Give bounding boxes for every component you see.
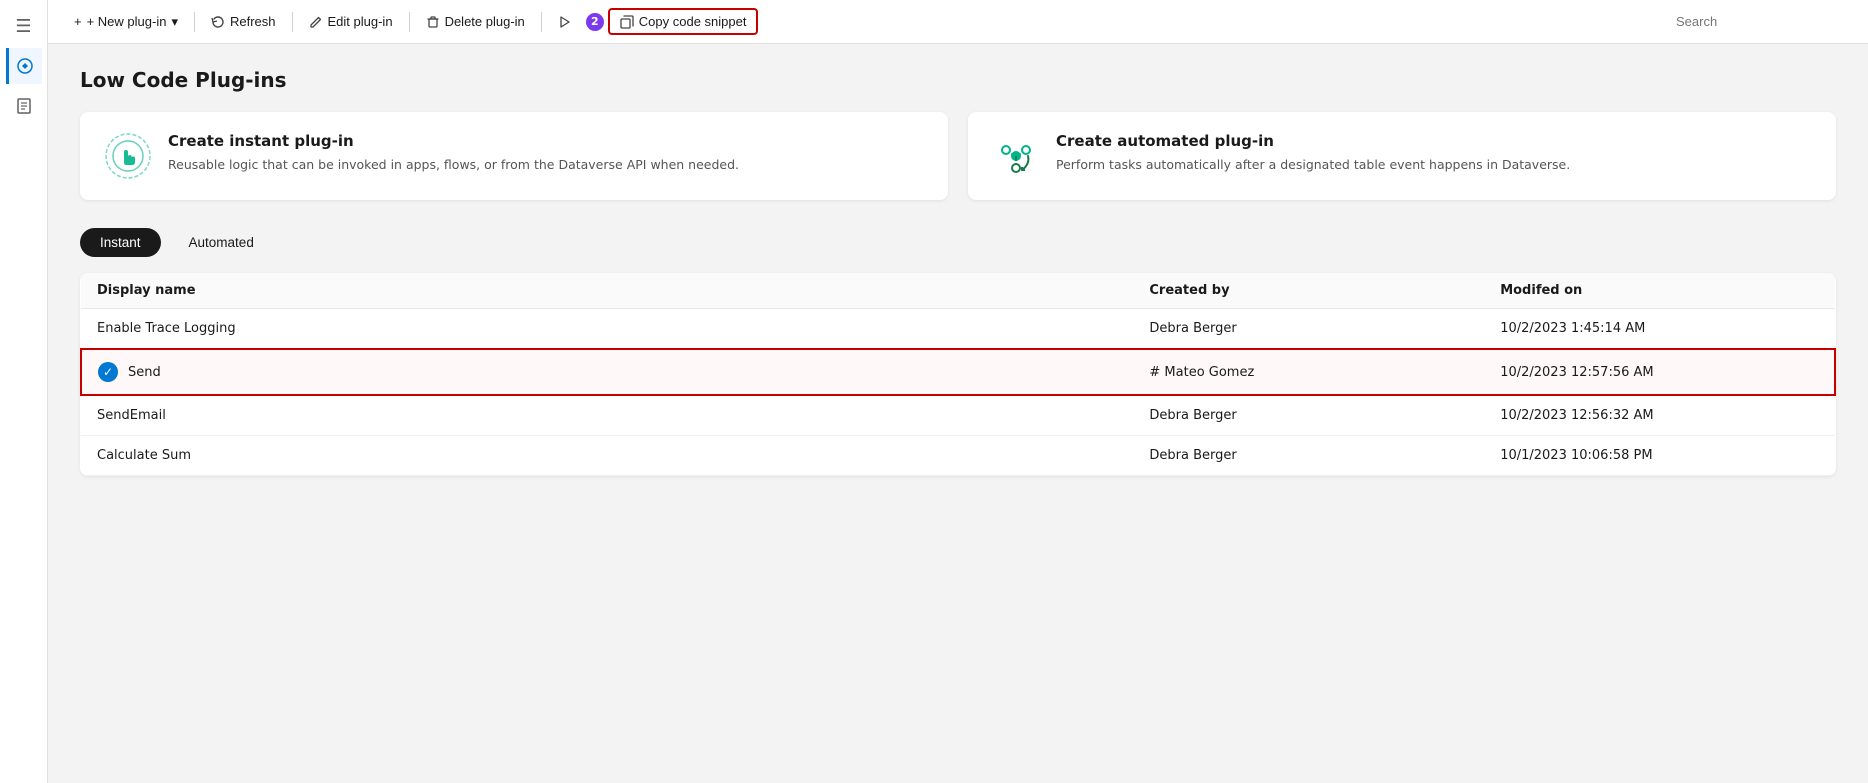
new-plugin-icon: + xyxy=(74,14,82,29)
separator-1 xyxy=(194,12,195,32)
row-4-modified-on: 10/1/2023 10:06:58 PM xyxy=(1484,436,1835,476)
toolbar: + + New plug-in ▾ Refresh Edit plug-in xyxy=(48,0,1868,44)
plugin-icon xyxy=(15,56,35,76)
refresh-icon xyxy=(211,15,225,29)
run-icon xyxy=(558,15,572,29)
row-2-modified-on: 10/2/2023 12:57:56 AM xyxy=(1484,349,1835,395)
copy-snippet-button[interactable]: Copy code snippet xyxy=(608,8,759,35)
instant-card[interactable]: Create instant plug-in Reusable logic th… xyxy=(80,112,948,200)
automated-card-desc: Perform tasks automatically after a desi… xyxy=(1056,156,1570,174)
main-content: + + New plug-in ▾ Refresh Edit plug-in xyxy=(48,0,1868,783)
sidebar-nav-2[interactable] xyxy=(6,88,42,124)
row-2-created-by: # Mateo Gomez xyxy=(1133,349,1484,395)
plugins-table: Display name Created by Modifed on Enabl… xyxy=(80,273,1836,476)
row-4-created-by: Debra Berger xyxy=(1133,436,1484,476)
new-plugin-button[interactable]: + + New plug-in ▾ xyxy=(64,9,188,35)
sidebar: ☰ xyxy=(0,0,48,783)
refresh-button[interactable]: Refresh xyxy=(201,9,286,34)
edit-icon xyxy=(309,15,323,29)
row-3-modified-on: 10/2/2023 12:56:32 AM xyxy=(1484,395,1835,436)
row-check-icon: ✓ xyxy=(98,362,118,382)
automated-card-text: Create automated plug-in Perform tasks a… xyxy=(1056,132,1570,174)
table-header: Display name Created by Modifed on xyxy=(81,273,1835,309)
edit-plugin-button[interactable]: Edit plug-in xyxy=(299,9,403,34)
col-header-display-name: Display name xyxy=(81,273,1133,309)
delete-icon xyxy=(426,15,440,29)
page-title: Low Code Plug-ins xyxy=(80,68,1836,92)
page-body: Low Code Plug-ins Create instant plug-in xyxy=(48,44,1868,783)
row-1-display-name: Enable Trace Logging xyxy=(81,309,1133,350)
run-button[interactable] xyxy=(548,10,582,34)
row-3-created-by: Debra Berger xyxy=(1133,395,1484,436)
menu-button[interactable]: ☰ xyxy=(6,8,42,44)
col-header-created-by: Created by xyxy=(1133,273,1484,309)
separator-4 xyxy=(541,12,542,32)
automated-card-title: Create automated plug-in xyxy=(1056,132,1570,150)
row-3-display-name: SendEmail xyxy=(81,395,1133,436)
table-row[interactable]: Enable Trace Logging Debra Berger 10/2/2… xyxy=(81,309,1835,350)
hamburger-icon: ☰ xyxy=(15,16,31,37)
table-row[interactable]: SendEmail Debra Berger 10/2/2023 12:56:3… xyxy=(81,395,1835,436)
tabs-row: Instant Automated xyxy=(80,228,1836,257)
instant-card-text: Create instant plug-in Reusable logic th… xyxy=(168,132,739,174)
row-1-created-by: Debra Berger xyxy=(1133,309,1484,350)
automated-card[interactable]: Create automated plug-in Perform tasks a… xyxy=(968,112,1836,200)
row-2-display-name: 1 ✓ Send xyxy=(81,349,1133,395)
cards-row: Create instant plug-in Reusable logic th… xyxy=(80,112,1836,200)
col-header-modified-on: Modifed on xyxy=(1484,273,1835,309)
table-body: Enable Trace Logging Debra Berger 10/2/2… xyxy=(81,309,1835,476)
chevron-down-icon: ▾ xyxy=(171,14,178,30)
table-row[interactable]: Calculate Sum Debra Berger 10/1/2023 10:… xyxy=(81,436,1835,476)
row-4-display-name: Calculate Sum xyxy=(81,436,1133,476)
search-input[interactable] xyxy=(1676,14,1852,29)
table-container: Display name Created by Modifed on Enabl… xyxy=(80,273,1836,476)
table-row-selected[interactable]: 1 ✓ Send # Mateo Gomez 10/2/2023 12:57:5… xyxy=(81,349,1835,395)
instant-card-desc: Reusable logic that can be invoked in ap… xyxy=(168,156,739,174)
row-1-modified-on: 10/2/2023 1:45:14 AM xyxy=(1484,309,1835,350)
copy-icon xyxy=(620,15,634,29)
run-badge: 2 xyxy=(586,13,604,31)
sidebar-nav-1[interactable] xyxy=(6,48,42,84)
book-icon xyxy=(14,96,34,116)
tab-automated[interactable]: Automated xyxy=(169,228,274,257)
tab-instant[interactable]: Instant xyxy=(80,228,161,257)
delete-plugin-button[interactable]: Delete plug-in xyxy=(416,9,535,34)
instant-card-title: Create instant plug-in xyxy=(168,132,739,150)
separator-3 xyxy=(409,12,410,32)
separator-2 xyxy=(292,12,293,32)
automated-card-icon xyxy=(992,132,1040,180)
instant-card-icon xyxy=(104,132,152,180)
